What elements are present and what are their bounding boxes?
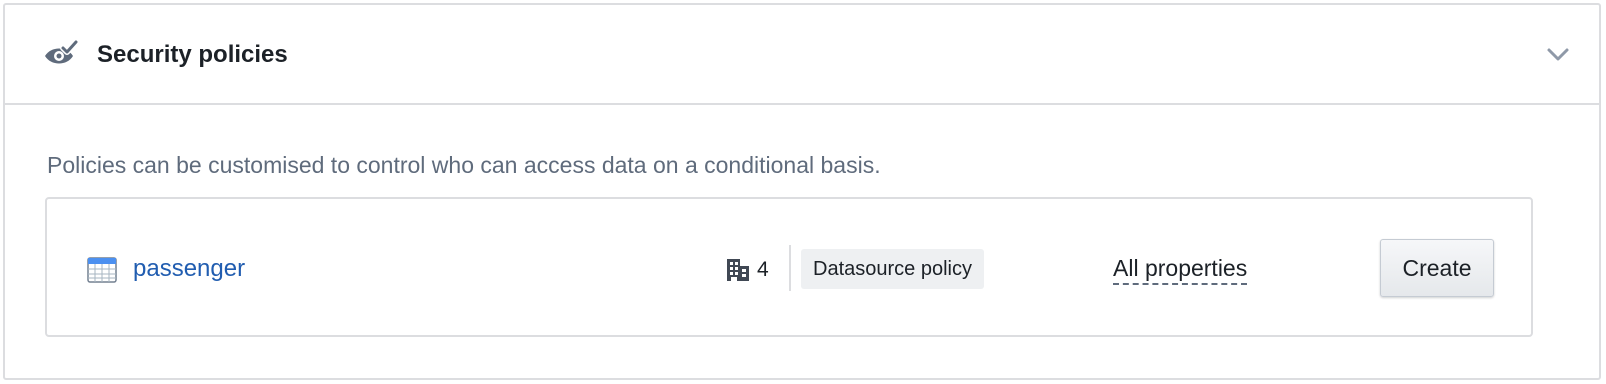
panel-header[interactable]: Security policies [5, 5, 1599, 105]
policy-card: passenger 4 Datasource policy All proper… [45, 197, 1533, 337]
section-description: Policies can be customised to control wh… [47, 152, 881, 178]
chevron-down-icon[interactable] [1545, 43, 1571, 65]
policy-type-tag: Datasource policy [801, 249, 984, 289]
divider [789, 245, 791, 291]
building-icon [727, 259, 749, 281]
all-properties-link[interactable]: All properties [1113, 253, 1248, 285]
security-policies-panel: Security policies Policies can be custom… [3, 3, 1601, 380]
eye-check-icon [45, 39, 79, 64]
create-button[interactable]: Create [1380, 239, 1494, 297]
datasource-link[interactable]: passenger [133, 253, 245, 285]
organization-count: 4 [757, 258, 769, 281]
table-icon [87, 257, 117, 283]
section-title: Security policies [97, 41, 288, 68]
